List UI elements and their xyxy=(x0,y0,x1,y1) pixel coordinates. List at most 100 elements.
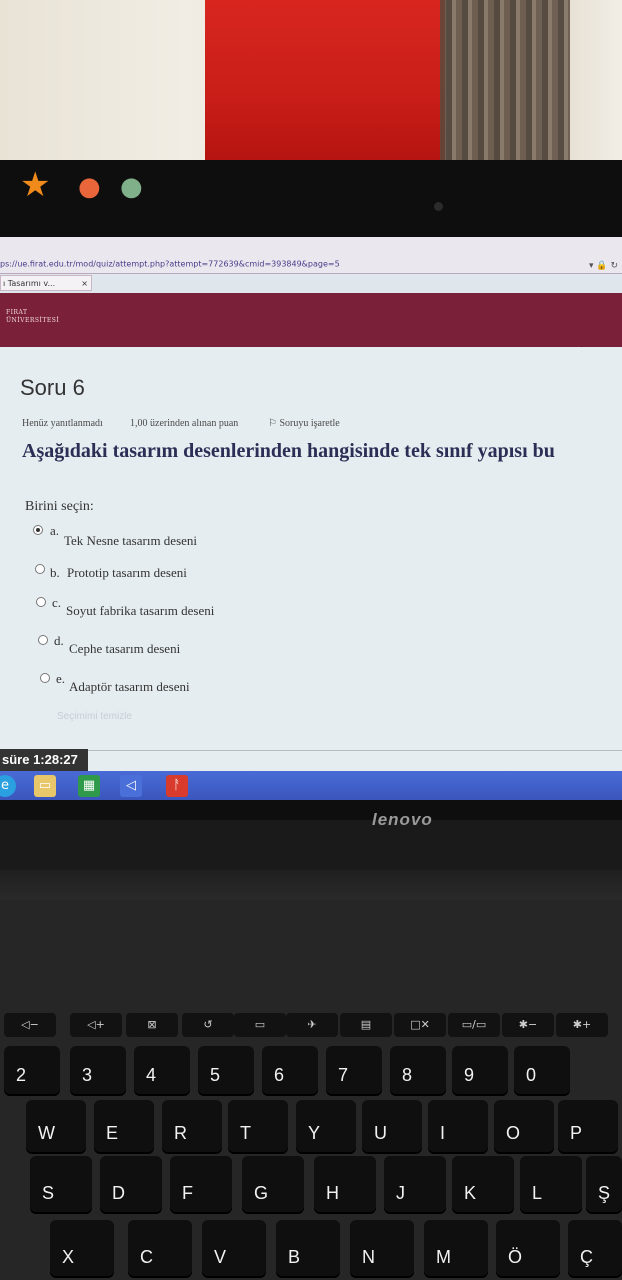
key-m[interactable]: M xyxy=(424,1220,488,1276)
question-title: Soru 6 xyxy=(20,375,85,400)
f4-key[interactable]: ⊠ xyxy=(126,1013,178,1037)
option-a-radio[interactable] xyxy=(33,525,43,535)
key-label: S xyxy=(42,1183,55,1203)
option-a-letter[interactable]: a. xyxy=(50,523,59,539)
key-label: H xyxy=(326,1183,339,1203)
option-d-radio[interactable] xyxy=(38,635,48,645)
heart-sticker-icon: ● xyxy=(78,172,101,202)
key-o[interactable]: O xyxy=(494,1100,554,1152)
patterned-curtain xyxy=(440,0,570,175)
f12-key[interactable]: ✱+ xyxy=(556,1013,608,1037)
laptop-screen: ps://ue.firat.edu.tr/mod/quiz/attempt.ph… xyxy=(0,237,622,800)
key-f[interactable]: F xyxy=(170,1156,232,1212)
f11-key[interactable]: ✱− xyxy=(502,1013,554,1037)
key-label: W xyxy=(38,1123,55,1143)
f8-key[interactable]: ▤ xyxy=(340,1013,392,1037)
key-l[interactable]: L xyxy=(520,1156,582,1212)
key-b[interactable]: B xyxy=(276,1220,340,1276)
key-label: M xyxy=(436,1247,451,1267)
answer-prompt: Birini seçin: xyxy=(25,499,94,514)
key-label: R xyxy=(174,1123,187,1143)
option-c-label[interactable]: Soyut fabrika tasarım deseni xyxy=(66,603,214,619)
tab-close-icon[interactable]: × xyxy=(81,276,88,290)
acrobat-icon[interactable]: ᚨ xyxy=(166,775,188,797)
key-o-umlaut[interactable]: Ö xyxy=(496,1220,560,1276)
key-g[interactable]: G xyxy=(242,1156,304,1212)
clear-choice-link[interactable]: Seçimimi temizle xyxy=(57,711,132,722)
logo-line-2: ÜNİVERSİTESİ xyxy=(6,317,60,324)
f7-key[interactable]: ✈ xyxy=(286,1013,338,1037)
flag-question-link[interactable]: ⚐ Soruyu işaretle xyxy=(268,418,340,429)
f3-key[interactable]: ◁+ xyxy=(70,1013,122,1037)
f6-key[interactable]: ▭ xyxy=(234,1013,286,1037)
university-logo[interactable]: FIRAT ÜNİVERSİTESİ xyxy=(6,309,59,325)
key-s[interactable]: S xyxy=(30,1156,92,1212)
option-b-label[interactable]: Prototip tasarım deseni xyxy=(67,565,187,581)
key-u[interactable]: U xyxy=(362,1100,422,1152)
option-e-letter[interactable]: e. xyxy=(56,671,65,687)
key-label: L xyxy=(532,1183,543,1203)
key-t[interactable]: T xyxy=(228,1100,288,1152)
option-d-letter[interactable]: d. xyxy=(54,633,64,649)
store-icon[interactable]: ▦ xyxy=(78,775,100,797)
option-e-label[interactable]: Adaptör tasarım deseni xyxy=(69,679,190,695)
key-label: N xyxy=(362,1247,375,1267)
f2-key[interactable]: ◁− xyxy=(4,1013,56,1037)
key-y[interactable]: Y xyxy=(296,1100,356,1152)
option-b-letter[interactable]: b. xyxy=(50,565,60,581)
key-r[interactable]: R xyxy=(162,1100,222,1152)
url-text[interactable]: ps://ue.firat.edu.tr/mod/quiz/attempt.ph… xyxy=(0,260,340,269)
key-n[interactable]: N xyxy=(350,1220,414,1276)
key-2[interactable]: 2 xyxy=(4,1046,60,1094)
visual-studio-icon[interactable]: ◁ xyxy=(120,775,142,797)
key-label: 0 xyxy=(526,1065,537,1085)
option-e-radio[interactable] xyxy=(40,673,50,683)
key-w[interactable]: W xyxy=(26,1100,86,1152)
question-status: Henüz yanıtlanmadı xyxy=(22,418,103,429)
key-0[interactable]: 0 xyxy=(514,1046,570,1094)
key-h[interactable]: H xyxy=(314,1156,376,1212)
key-label: 2 xyxy=(16,1065,27,1085)
option-a-label[interactable]: Tek Nesne tasarım deseni xyxy=(64,533,197,549)
key-i[interactable]: I xyxy=(428,1100,488,1152)
file-explorer-icon[interactable]: ▭ xyxy=(34,775,56,797)
browser-tab[interactable]: ı Tasarımı v... × xyxy=(0,275,92,291)
key-label: 5 xyxy=(210,1065,221,1085)
key-5[interactable]: 5 xyxy=(198,1046,254,1094)
key-9[interactable]: 9 xyxy=(452,1046,508,1094)
key-c[interactable]: C xyxy=(128,1220,192,1276)
f10-key[interactable]: ▭/▭ xyxy=(448,1013,500,1037)
browser-address-bar[interactable]: ps://ue.firat.edu.tr/mod/quiz/attempt.ph… xyxy=(0,237,622,274)
flag-label: Soruyu işaretle xyxy=(279,418,340,429)
key-v[interactable]: V xyxy=(202,1220,266,1276)
key-label: 9 xyxy=(464,1065,475,1085)
f5-key[interactable]: ↺ xyxy=(182,1013,234,1037)
key-6[interactable]: 6 xyxy=(262,1046,318,1094)
key-s-cedilla[interactable]: Ş xyxy=(586,1156,622,1212)
key-e[interactable]: E xyxy=(94,1100,154,1152)
option-c-radio[interactable] xyxy=(36,597,46,607)
option-d-label[interactable]: Cephe tasarım deseni xyxy=(69,641,180,657)
circle-sticker-icon: ● xyxy=(120,172,143,202)
key-label: 4 xyxy=(146,1065,157,1085)
key-d[interactable]: D xyxy=(100,1156,162,1212)
tab-label: ı Tasarımı v... xyxy=(3,279,56,288)
key-p[interactable]: P xyxy=(558,1100,618,1152)
key-x[interactable]: X xyxy=(50,1220,114,1276)
key-8[interactable]: 8 xyxy=(390,1046,446,1094)
webcam-icon xyxy=(434,202,443,211)
key-label: U xyxy=(374,1123,387,1143)
site-header xyxy=(0,293,622,347)
key-7[interactable]: 7 xyxy=(326,1046,382,1094)
key-label: F xyxy=(182,1183,193,1203)
key-label: I xyxy=(440,1123,446,1143)
key-3[interactable]: 3 xyxy=(70,1046,126,1094)
key-c-cedilla[interactable]: Ç xyxy=(568,1220,622,1276)
option-c-letter[interactable]: c. xyxy=(52,595,61,611)
key-k[interactable]: K xyxy=(452,1156,514,1212)
option-b-radio[interactable] xyxy=(35,564,45,574)
key-j[interactable]: J xyxy=(384,1156,446,1212)
key-4[interactable]: 4 xyxy=(134,1046,190,1094)
f9-key[interactable]: □✕ xyxy=(394,1013,446,1037)
lock-reload-icon[interactable]: ▾ 🔒 ↻ xyxy=(589,261,618,271)
